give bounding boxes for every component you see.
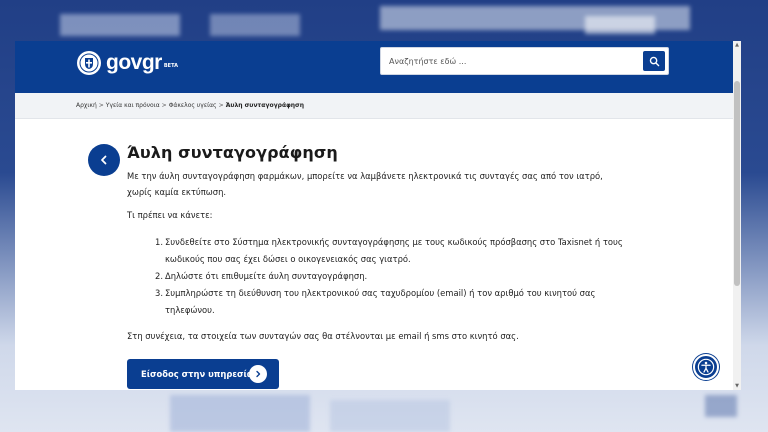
step-number: 3. xyxy=(155,288,163,298)
search-input[interactable] xyxy=(381,48,636,74)
greek-emblem-icon xyxy=(77,51,101,75)
breadcrumb-separator: > xyxy=(161,102,167,109)
scroll-up-icon[interactable]: ▲ xyxy=(734,42,740,48)
chevron-right-icon xyxy=(249,365,267,383)
browser-page: govgr BETA Αρχική > Υγεία και πρόνοια > … xyxy=(15,41,741,390)
list-item: 2. Δηλώστε ότι επιθυμείτε άυλη συνταγογρά… xyxy=(155,268,627,285)
scroll-down-icon[interactable]: ▼ xyxy=(734,383,740,389)
accessibility-icon xyxy=(697,358,715,376)
breadcrumb-separator: > xyxy=(218,102,224,109)
background-shape xyxy=(585,16,655,34)
step-number: 2. xyxy=(155,271,163,281)
list-item: 1. Συνδεθείτε στο Σύστημα ηλεκτρονικής συ… xyxy=(155,234,627,268)
breadcrumb: Αρχική > Υγεία και πρόνοια > Φάκελος υγε… xyxy=(15,93,733,119)
background-shape xyxy=(210,14,300,36)
background-shape xyxy=(330,400,450,432)
search-box xyxy=(380,47,669,75)
search-button[interactable] xyxy=(643,51,665,71)
main-content: Άυλη συνταγογράφηση Με την άυλη συνταγογ… xyxy=(127,143,627,341)
step-text: Δηλώστε ότι επιθυμείτε άυλη συνταγογράφη… xyxy=(165,271,368,281)
background-shape xyxy=(60,14,180,36)
what-to-do-heading: Τι πρέπει να κάνετε: xyxy=(127,210,213,220)
breadcrumb-link-home[interactable]: Αρχική xyxy=(76,102,97,109)
govgr-logo[interactable]: govgr BETA xyxy=(77,51,178,75)
breadcrumb-link-health-folder[interactable]: Φάκελος υγείας xyxy=(169,102,217,109)
breadcrumb-link-health[interactable]: Υγεία και πρόνοια xyxy=(106,102,160,109)
outro-text: Στη συνέχεια, τα στοιχεία των συνταγών σ… xyxy=(127,331,519,341)
list-item: 3. Συμπληρώστε τη διεύθυνση του ηλεκτρονι… xyxy=(155,285,627,319)
service-entry-label: Είσοδος στην υπηρεσία xyxy=(141,369,253,379)
intro-text: Με την άυλη συνταγογράφηση φαρμάκων, μπο… xyxy=(127,171,603,197)
steps-list: 1. Συνδεθείτε στο Σύστημα ηλεκτρονικής συ… xyxy=(127,234,627,319)
accessibility-button[interactable] xyxy=(693,354,719,380)
step-number: 1. xyxy=(155,237,163,247)
breadcrumb-current: Άυλη συνταγογράφηση xyxy=(225,102,305,109)
beta-badge: BETA xyxy=(163,63,178,69)
step-text: Συνδεθείτε στο Σύστημα ηλεκτρονικής συντ… xyxy=(165,237,623,264)
chevron-left-icon xyxy=(101,155,107,165)
search-icon xyxy=(649,56,659,66)
scrollbar[interactable]: ▲ ▼ xyxy=(733,41,741,390)
background-shape xyxy=(705,395,737,417)
logo-wordmark: govgr xyxy=(106,51,162,75)
background-shape xyxy=(170,395,310,432)
breadcrumb-separator: > xyxy=(98,102,104,109)
service-entry-button[interactable]: Είσοδος στην υπηρεσία xyxy=(127,359,279,389)
scrollbar-thumb[interactable] xyxy=(734,81,740,286)
back-button[interactable] xyxy=(88,144,120,176)
page-title: Άυλη συνταγογράφηση xyxy=(127,143,338,162)
logo-text-gov: gov xyxy=(106,51,142,74)
step-text: Συμπληρώστε τη διεύθυνση του ηλεκτρονικο… xyxy=(165,288,596,315)
site-header: govgr BETA xyxy=(15,41,733,93)
logo-text-gr: gr xyxy=(141,51,163,74)
